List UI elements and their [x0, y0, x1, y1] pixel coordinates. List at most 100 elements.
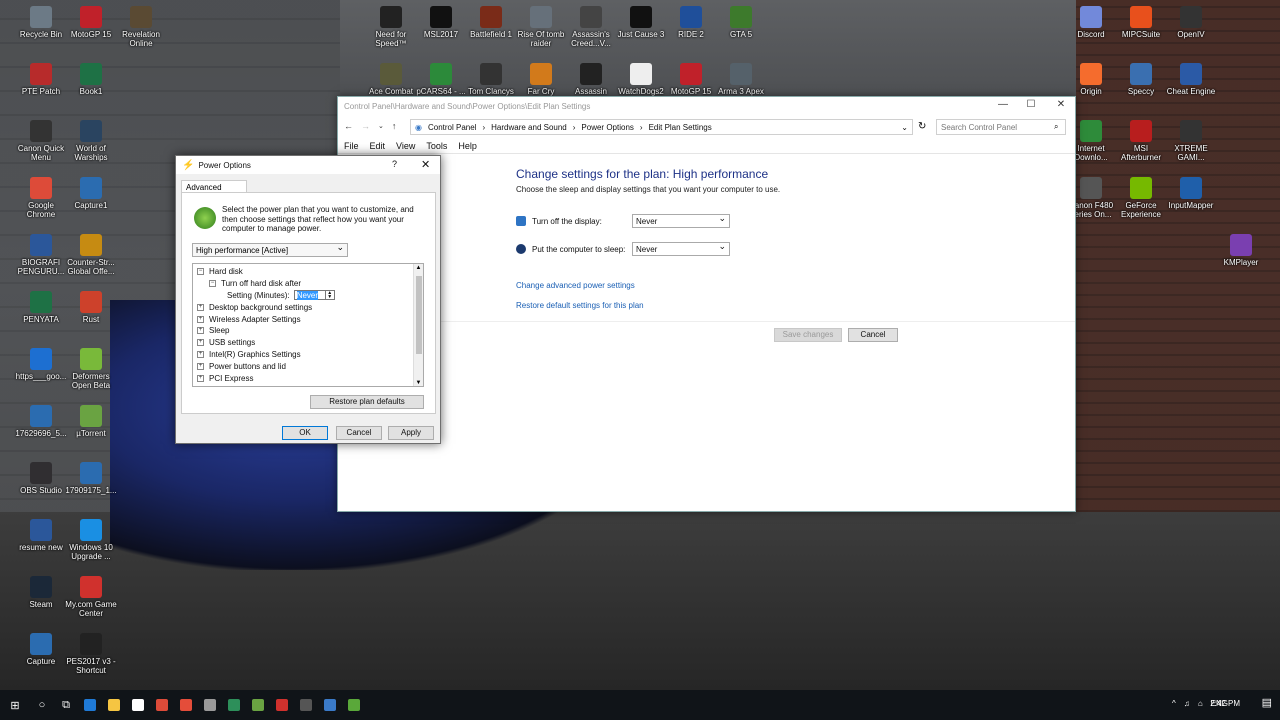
expand-icon[interactable]: +	[197, 350, 204, 358]
tray-overflow-icon[interactable]: ^	[1172, 699, 1176, 708]
cortana-search-button[interactable]: ○	[30, 690, 54, 720]
paint-icon[interactable]	[174, 690, 198, 720]
menu-view[interactable]: View	[396, 141, 415, 151]
back-arrow-icon[interactable]: ←	[344, 121, 353, 131]
action-center-icon[interactable]: ▤	[1262, 696, 1272, 709]
app-icon[interactable]	[222, 690, 246, 720]
scrollbar-thumb[interactable]	[416, 276, 422, 354]
power-plan-select[interactable]: High performance [Active]	[192, 242, 348, 257]
expand-icon[interactable]: +	[197, 303, 204, 311]
tree-item[interactable]: + Sleep	[197, 325, 423, 337]
sleep-timeout-select[interactable]: Never	[632, 241, 730, 256]
left-desktop-icon[interactable]: Rust	[63, 291, 119, 324]
calculator-icon[interactable]	[198, 690, 222, 720]
file-explorer-icon[interactable]	[102, 690, 126, 720]
tree-item[interactable]: + USB settings	[197, 337, 423, 349]
left-desktop-icon[interactable]: 17909175_1...	[63, 462, 119, 495]
left-desktop-icon[interactable]: My.com Game Center	[63, 576, 119, 618]
top-desktop-icon[interactable]: Arma 3 Apex	[713, 63, 769, 96]
help-button[interactable]: ?	[392, 159, 397, 169]
forward-arrow-icon[interactable]: →	[361, 121, 370, 131]
left-desktop-icon[interactable]: Counter-Str... Global Offe...	[63, 234, 119, 276]
left-desktop-icon[interactable]: µTorrent	[63, 405, 119, 438]
left-desktop-icon[interactable]: PENYATA	[13, 291, 69, 324]
close-button[interactable]: ✕	[1046, 99, 1076, 110]
top-desktop-icon[interactable]: MotoGP 15	[663, 63, 719, 96]
menu-file[interactable]: File	[344, 141, 359, 151]
left-desktop-icon[interactable]: Deformers Open Beta	[63, 348, 119, 390]
top-desktop-icon[interactable]: Rise Of tomb raider	[513, 6, 569, 48]
top-desktop-icon[interactable]: Tom Clancys	[463, 63, 519, 96]
top-desktop-icon[interactable]: GTA 5	[713, 6, 769, 39]
dialog-cancel-button[interactable]: Cancel	[336, 426, 382, 440]
cancel-button[interactable]: Cancel	[848, 328, 898, 342]
left-desktop-icon[interactable]: OBS Studio	[13, 462, 69, 495]
search-input[interactable]: Search Control Panel	[936, 119, 1066, 135]
right-desktop-icon[interactable]: Speccy	[1113, 63, 1169, 96]
ok-button[interactable]: OK	[282, 426, 328, 440]
right-desktop-icon[interactable]: MIPCSuite	[1113, 6, 1169, 39]
right-desktop-icon[interactable]: KMPlayer	[1213, 234, 1269, 267]
expand-icon[interactable]: +	[197, 386, 204, 387]
utorrent-icon[interactable]	[246, 690, 270, 720]
top-desktop-icon[interactable]: Far Cry	[513, 63, 569, 96]
breadcrumb-hardware-and-sound[interactable]: Hardware and Sound	[491, 123, 567, 132]
right-desktop-icon[interactable]: InputMapper	[1163, 177, 1219, 210]
advanced-power-settings-link[interactable]: Change advanced power settings	[516, 281, 635, 290]
breadcrumb-power-options[interactable]: Power Options	[581, 123, 633, 132]
minimize-button[interactable]: —	[988, 99, 1018, 110]
obs-icon[interactable]	[294, 690, 318, 720]
minutes-spinner[interactable]: Never ▲ ▼	[293, 290, 335, 301]
tree-item[interactable]: + Processor power management	[197, 384, 423, 387]
tree-item[interactable]: Setting (Minutes): Never ▲ ▼	[197, 290, 423, 302]
spinner-arrows-icon[interactable]: ▲ ▼	[325, 290, 335, 301]
left-desktop-icon[interactable]: MotoGP 15	[63, 6, 119, 39]
control-panel-icon[interactable]	[318, 690, 342, 720]
left-desktop-icon[interactable]: Revelation Online	[113, 6, 169, 48]
left-desktop-icon[interactable]: Capture1	[63, 177, 119, 210]
right-desktop-icon[interactable]: MSI Afterburner	[1113, 120, 1169, 162]
left-desktop-icon[interactable]: Steam	[13, 576, 69, 609]
expand-icon[interactable]: +	[197, 362, 204, 370]
right-desktop-icon[interactable]: Discord	[1063, 6, 1119, 39]
left-desktop-icon[interactable]: resume new	[13, 519, 69, 552]
top-desktop-icon[interactable]: Battlefield 1	[463, 6, 519, 39]
menu-tools[interactable]: Tools	[426, 141, 447, 151]
right-desktop-icon[interactable]: Origin	[1063, 63, 1119, 96]
left-desktop-icon[interactable]: BIOGRAFI PENGURU...	[13, 234, 69, 276]
store-icon[interactable]	[126, 690, 150, 720]
network-icon[interactable]: ⌂	[1198, 699, 1203, 708]
up-arrow-icon[interactable]: ↑	[392, 121, 397, 131]
start-button[interactable]: ⊞	[0, 690, 30, 720]
save-changes-button[interactable]: Save changes	[774, 328, 842, 342]
clock[interactable]: 2:42 PM	[1210, 699, 1240, 708]
right-desktop-icon[interactable]: GeForce Experience	[1113, 177, 1169, 219]
left-desktop-icon[interactable]: PTE Patch	[13, 63, 69, 96]
tree-item[interactable]: + Desktop background settings	[197, 301, 423, 313]
left-desktop-icon[interactable]: 17629696_5...	[13, 405, 69, 438]
top-desktop-icon[interactable]: Ace Combat	[363, 63, 419, 96]
left-desktop-icon[interactable]: Google Chrome	[13, 177, 69, 219]
restore-defaults-link[interactable]: Restore default settings for this plan	[516, 301, 644, 310]
top-desktop-icon[interactable]: Assassin	[563, 63, 619, 96]
display-timeout-select[interactable]: Never	[632, 213, 730, 228]
task-view-button[interactable]: ⧉	[54, 690, 78, 720]
top-desktop-icon[interactable]: Just Cause 3	[613, 6, 669, 39]
left-desktop-icon[interactable]: PES2017 v3 - Shortcut	[63, 633, 119, 675]
dialog-close-button[interactable]: ✕	[421, 158, 430, 171]
top-desktop-icon[interactable]: pCARS64 - ...	[413, 63, 469, 96]
top-desktop-icon[interactable]: RIDE 2	[663, 6, 719, 39]
tree-scrollbar[interactable]: ▲ ▼	[413, 264, 423, 386]
top-desktop-icon[interactable]: MSL2017	[413, 6, 469, 39]
tree-item[interactable]: + PCI Express	[197, 372, 423, 384]
left-desktop-icon[interactable]: Book1	[63, 63, 119, 96]
power-options-icon[interactable]	[342, 690, 366, 720]
left-desktop-icon[interactable]: Recycle Bin	[13, 6, 69, 39]
breadcrumb-control-panel[interactable]: Control Panel	[428, 123, 476, 132]
address-bar[interactable]: ◉ Control Panel › Hardware and Sound › P…	[410, 119, 913, 135]
right-desktop-icon[interactable]: OpenIV	[1163, 6, 1219, 39]
top-desktop-icon[interactable]: WatchDogs2	[613, 63, 669, 96]
top-desktop-icon[interactable]: Assassin's Creed...V...	[563, 6, 619, 48]
maximize-button[interactable]: ☐	[1016, 99, 1046, 110]
expand-icon[interactable]: +	[197, 315, 204, 323]
